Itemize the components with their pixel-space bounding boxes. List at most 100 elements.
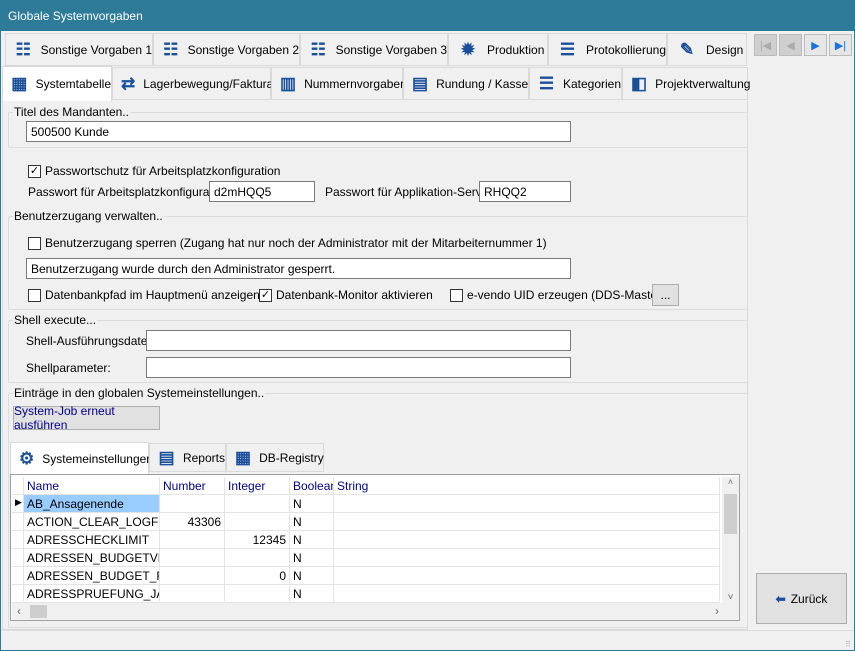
table-cell[interactable]: ADRESSEN_BUDGETVER xyxy=(24,549,160,567)
tab-label: Projektverwaltung xyxy=(655,76,751,91)
table-row[interactable]: ADRESSCHECKLIMIT 12345 N xyxy=(12,531,720,549)
column-header[interactable]: Number xyxy=(160,477,225,495)
nav-last-button[interactable]: ▶| xyxy=(829,34,852,56)
table-cell[interactable]: ACTION_CLEAR_LOGFILE xyxy=(24,513,160,531)
app-server-password-label: Passwort für Applikation-Server: xyxy=(325,185,496,199)
tab-produktion[interactable]: ✹ Produktion xyxy=(448,33,548,66)
table-cell[interactable] xyxy=(225,585,290,603)
table-cell[interactable] xyxy=(225,495,290,513)
checkbox-label: e-vendo UID erzeugen (DDS-Master) xyxy=(467,288,666,302)
inner-tab-systemeinstellungen[interactable]: ⚙ Systemeinstellungen xyxy=(10,442,153,474)
column-header[interactable]: Integer xyxy=(225,477,290,495)
mandant-title-input[interactable]: 500500 Kunde xyxy=(26,121,571,142)
tab-label: Rundung / Kasse xyxy=(436,76,529,91)
table-icon: ▦ xyxy=(235,447,252,467)
grid-header: Name Number Integer Boolean String xyxy=(12,477,720,495)
table-cell[interactable] xyxy=(334,549,720,567)
checkbox-label: Datenbankpfad im Hauptmenü anzeigen xyxy=(45,288,260,302)
horizontal-scrollbar[interactable]: ‹ › xyxy=(12,603,739,620)
dbpath-checkbox[interactable]: Datenbankpfad im Hauptmenü anzeigen xyxy=(28,288,260,302)
nav-prev-button[interactable]: ◀ xyxy=(779,34,802,56)
table-cell[interactable] xyxy=(334,495,720,513)
uid-checkbox[interactable]: e-vendo UID erzeugen (DDS-Master) xyxy=(450,288,665,302)
tab-label: Design xyxy=(706,42,744,57)
tab-sonstige-vorgaben-3[interactable]: ☷ Sonstige Vorgaben 3 xyxy=(300,33,448,66)
tab-sonstige-vorgaben-1[interactable]: ☷ Sonstige Vorgaben 1 xyxy=(5,33,153,66)
shell-param-input[interactable] xyxy=(146,357,571,378)
table-cell[interactable] xyxy=(160,549,225,567)
table-cell[interactable] xyxy=(334,567,720,585)
arrows-icon: ⇄ xyxy=(121,73,136,93)
tab-design[interactable]: ✎ Design xyxy=(667,33,747,66)
nav-first-button[interactable]: |◀ xyxy=(754,34,777,56)
scroll-thumb[interactable] xyxy=(724,494,737,534)
tab-projektverwaltung[interactable]: ◧ Projektverwaltung xyxy=(622,67,751,100)
rerun-system-job-button[interactable]: System-Job erneut ausführen xyxy=(13,404,160,432)
table-cell[interactable]: 0 xyxy=(225,567,290,585)
tab-lagerbewegung-faktura[interactable]: ⇄ Lagerbewegung/Faktura xyxy=(112,67,273,100)
table-cell[interactable]: N xyxy=(290,585,334,603)
tab-kategorien[interactable]: ☰ Kategorien xyxy=(529,67,622,100)
app-server-password-input[interactable]: RHQQ2 xyxy=(479,181,571,202)
scroll-thumb[interactable] xyxy=(30,605,47,618)
table-cell[interactable] xyxy=(160,585,225,603)
table-cell[interactable] xyxy=(334,531,720,549)
table-cell[interactable]: AB_Ansagenende xyxy=(24,495,160,513)
group-label: Einträge in den globalen Systemeinstellu… xyxy=(13,386,266,400)
table-cell[interactable]: N xyxy=(290,549,334,567)
table-cell[interactable]: ADRESSCHECKLIMIT xyxy=(24,531,160,549)
table-cell[interactable]: 43306 xyxy=(160,513,225,531)
table-row[interactable]: ACTION_CLEAR_LOGFILE43306 N xyxy=(12,513,720,531)
table-cell[interactable] xyxy=(334,585,720,603)
table-cell[interactable]: N xyxy=(290,513,334,531)
vertical-scrollbar[interactable]: ˄ ˅ xyxy=(722,477,739,603)
table-row[interactable]: ADRESSEN_BUDGET_RE 0 N xyxy=(12,567,720,585)
table-row[interactable]: ADRESSPRUEFUNG_JANI N xyxy=(12,585,720,603)
tab-sonstige-vorgaben-2[interactable]: ☷ Sonstige Vorgaben 2 xyxy=(153,33,300,66)
table-cell[interactable]: N xyxy=(290,531,334,549)
resize-grip-icon: ⠿ xyxy=(845,640,851,649)
tab-nummernvorgaben[interactable]: ▥ Nummernvorgaben xyxy=(271,67,407,100)
table-cell[interactable]: ADRESSEN_BUDGET_RE xyxy=(24,567,160,585)
lock-access-checkbox[interactable]: Benutzerzugang sperren (Zugang hat nur n… xyxy=(28,236,547,250)
table-cell[interactable] xyxy=(160,531,225,549)
checkbox-box[interactable] xyxy=(28,236,41,250)
table-row[interactable]: ▶ AB_Ansagenende N xyxy=(12,495,720,513)
back-button[interactable]: ⬅ Zurück xyxy=(756,573,847,624)
db-monitor-checkbox[interactable]: ✓ Datenbank-Monitor aktivieren xyxy=(259,288,433,302)
table-cell[interactable]: ADRESSPRUEFUNG_JANI xyxy=(24,585,160,603)
tab-systemtabelle[interactable]: ▦ Systemtabelle xyxy=(2,66,112,101)
lock-message-input[interactable]: Benutzerzugang wurde durch den Administr… xyxy=(26,258,571,279)
table-cell[interactable]: N xyxy=(290,567,334,585)
column-header[interactable]: Name xyxy=(24,477,160,495)
checkbox-box[interactable] xyxy=(450,288,463,302)
checkbox-box[interactable] xyxy=(28,288,41,302)
table-cell[interactable] xyxy=(160,567,225,585)
table-cell[interactable] xyxy=(225,549,290,567)
table-cell[interactable] xyxy=(225,513,290,531)
nav-next-button[interactable]: ▶ xyxy=(804,34,827,56)
tab-rundung-kasse[interactable]: ▤ Rundung / Kasse xyxy=(403,67,529,100)
table-cell[interactable] xyxy=(160,495,225,513)
tab-label: Systemeinstellungen xyxy=(42,451,153,466)
tab-label: Produktion xyxy=(487,42,545,57)
column-header[interactable]: Boolean xyxy=(290,477,334,495)
table-cell[interactable]: 12345 xyxy=(225,531,290,549)
table-row[interactable]: ADRESSEN_BUDGETVER N xyxy=(12,549,720,567)
back-button-label: Zurück xyxy=(790,591,828,606)
column-header[interactable]: String xyxy=(334,477,720,495)
settings-grid[interactable]: Name Number Integer Boolean String ▶ AB_Ansag… xyxy=(10,474,740,621)
inner-tab-reports[interactable]: ▤ Reports xyxy=(149,443,226,472)
table-cell[interactable]: N xyxy=(290,495,334,513)
workstation-password-input[interactable]: d2mHQQ5 xyxy=(209,181,315,202)
shell-file-input[interactable] xyxy=(146,330,571,351)
checkbox-box[interactable]: ✓ xyxy=(28,164,41,178)
checkbox-box[interactable]: ✓ xyxy=(259,288,272,302)
table-cell[interactable] xyxy=(334,513,720,531)
mandant-group: Titel des Mandanten.. 500500 Kunde xyxy=(8,105,748,148)
password-protection-checkbox[interactable]: ✓ Passwortschutz für Arbeitsplatzkonfigur… xyxy=(28,164,280,178)
inner-tab-db-registry[interactable]: ▦ DB-Registry xyxy=(226,443,324,472)
row-indicator-header xyxy=(12,477,24,495)
more-button[interactable]: ... xyxy=(652,284,679,306)
tab-protokollierung[interactable]: ☰ Protokollierung xyxy=(548,33,667,66)
